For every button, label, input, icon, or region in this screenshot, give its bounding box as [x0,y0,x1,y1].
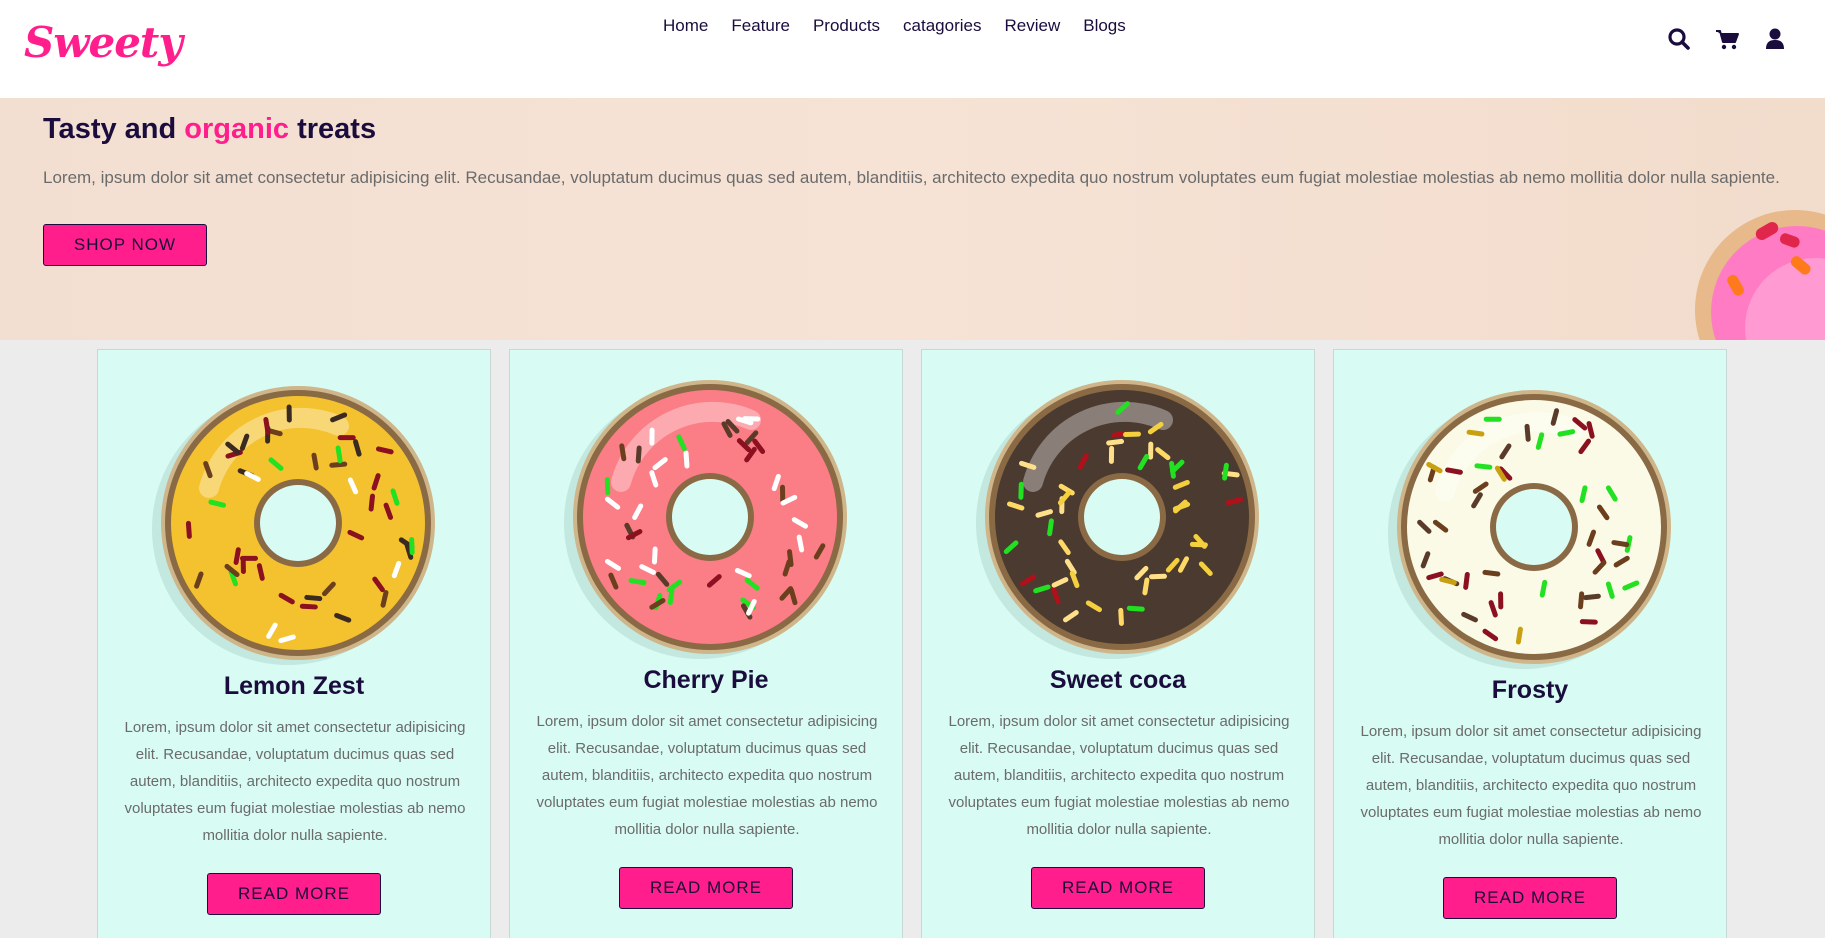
nav-blogs[interactable]: Blogs [1083,16,1126,36]
nav-review[interactable]: Review [1004,16,1060,36]
hero-banner: Tasty and organic treats Lorem, ipsum do… [0,98,1825,340]
nav-feature[interactable]: Feature [731,16,790,36]
search-icon[interactable] [1666,26,1692,52]
card-title: Cherry Pie [643,666,769,694]
main-nav: Home Feature Products catagories Review … [663,16,1149,36]
card-text: Lorem, ipsum dolor sit amet consectetur … [124,719,466,844]
hero-text: Lorem, ipsum dolor sit amet consectetur … [43,168,1780,187]
read-more-button[interactable]: READ MORE [1443,877,1617,919]
product-card-sweet-coca: Sweet coca Lorem, ipsum dolor sit amet c… [921,349,1315,938]
hero-donut-image [1695,210,1825,340]
product-card-lemon-zest: Lemon Zest Lorem, ipsum dolor sit amet c… [97,349,491,938]
card-title: Frosty [1491,676,1569,704]
card-text: Lorem, ipsum dolor sit amet consectetur … [948,713,1290,838]
header-icons [1666,26,1788,52]
shop-now-button[interactable]: SHOP NOW [43,224,207,266]
read-more-button[interactable]: READ MORE [619,867,793,909]
read-more-button[interactable]: READ MORE [207,873,381,915]
card-title: Sweet coca [1049,666,1187,694]
product-card-cherry-pie: Cherry Pie Lorem, ipsum dolor sit amet c… [509,349,903,938]
card-text: Lorem, ipsum dolor sit amet consectetur … [536,713,878,838]
nav-products[interactable]: Products [813,16,880,36]
product-card-frosty: Frosty Lorem, ipsum dolor sit amet conse… [1333,349,1727,938]
nav-categories[interactable]: catagories [903,16,981,36]
user-icon[interactable] [1762,26,1788,52]
logo[interactable]: Sweety [24,18,183,67]
donut-image-cherry [561,372,851,662]
donut-image-lemon [149,378,439,668]
read-more-button[interactable]: READ MORE [1031,867,1205,909]
nav-home[interactable]: Home [663,16,708,36]
donut-image-chocolate [973,372,1263,662]
card-title: Lemon Zest [223,672,365,700]
site-header: Sweety Home Feature Products catagories … [0,0,1825,98]
card-text: Lorem, ipsum dolor sit amet consectetur … [1360,723,1702,848]
donut-image-frosty [1385,382,1675,672]
cart-icon[interactable] [1714,26,1740,52]
hero-title: Tasty and organic treats [43,113,377,145]
